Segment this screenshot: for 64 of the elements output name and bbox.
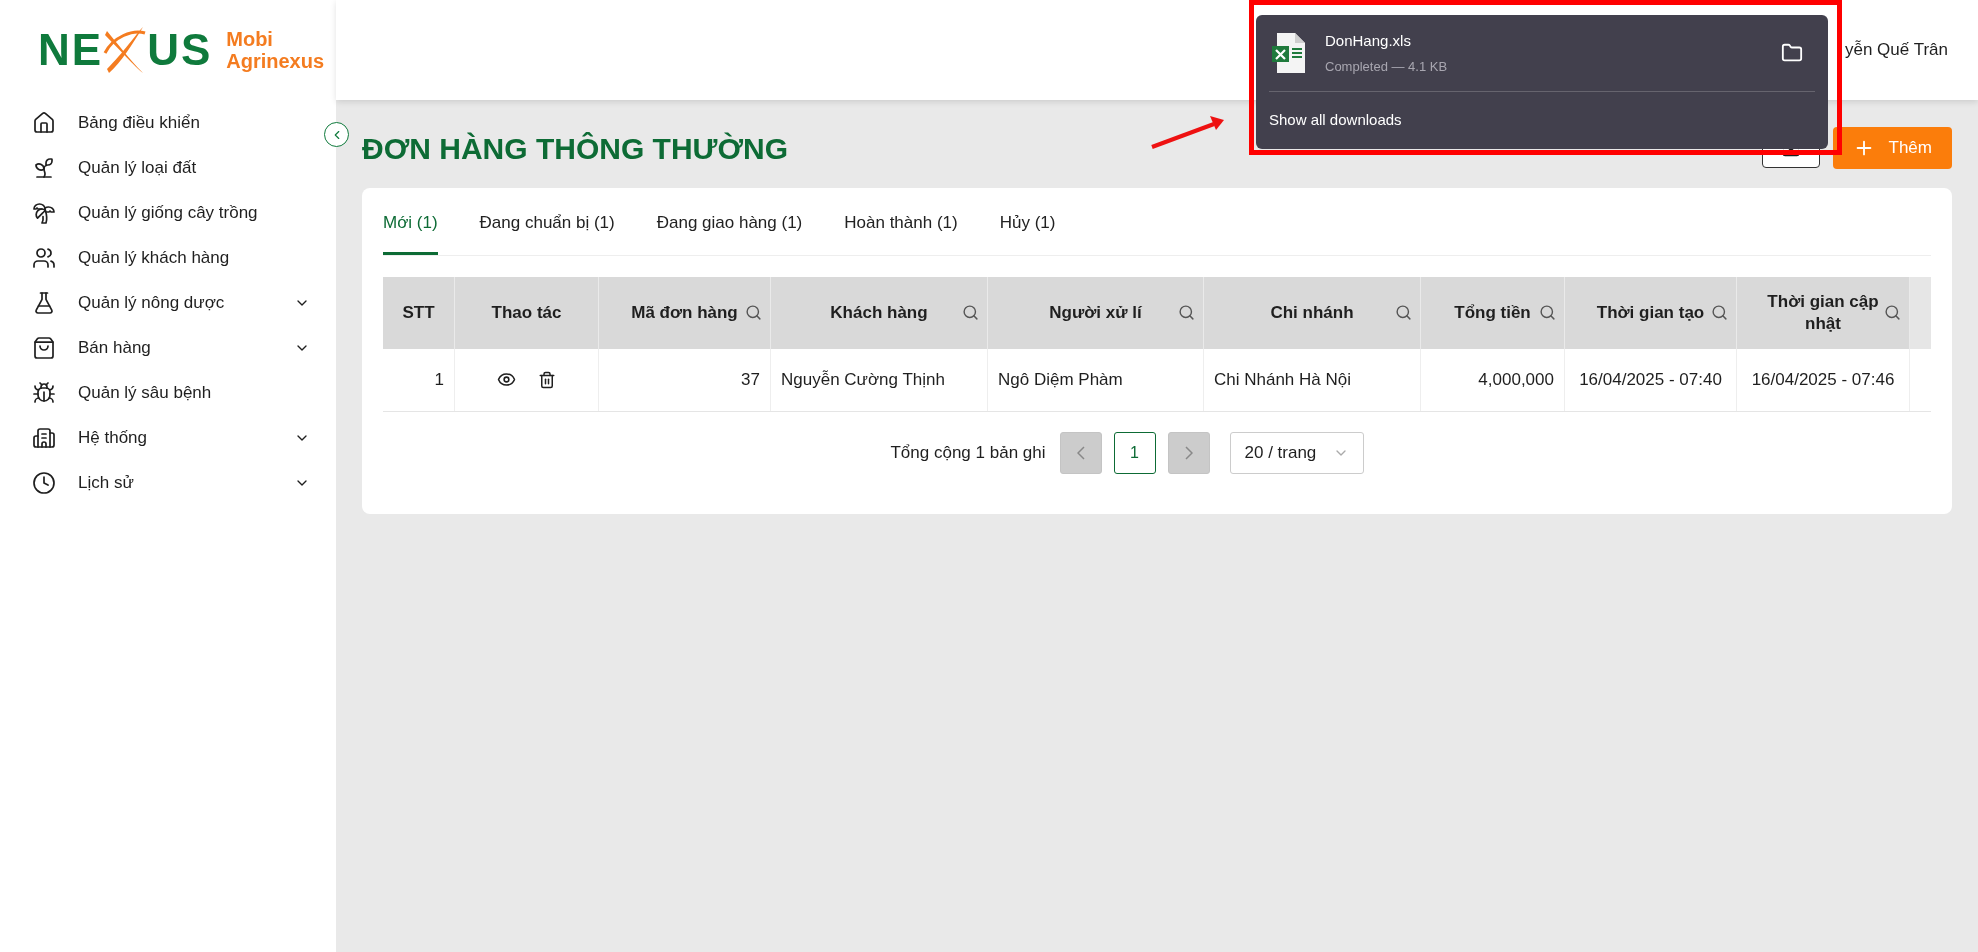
- search-icon[interactable]: [962, 304, 979, 321]
- view-icon[interactable]: [497, 370, 516, 389]
- sidebar-item[interactable]: Lịch sử: [0, 460, 318, 505]
- sidebar-item[interactable]: Hệ thống: [0, 415, 318, 460]
- sidebar-item[interactable]: Quản lý giống cây trồng: [0, 190, 318, 235]
- sidebar-item[interactable]: Quản lý nông dược: [0, 280, 318, 325]
- page-title: ĐƠN HÀNG THÔNG THƯỜNG: [362, 130, 789, 167]
- table-cell: Ngô Diệm Phàm: [988, 348, 1204, 411]
- chevron-left-icon: [1076, 445, 1085, 460]
- total-records: Tổng cộng 1 bản ghi: [890, 441, 1046, 464]
- spreadsheet-file-icon: [1271, 32, 1307, 74]
- page-size-select[interactable]: 20 / trang: [1229, 431, 1364, 474]
- column-header: Khách hàng: [771, 276, 988, 349]
- search-icon[interactable]: [1711, 304, 1728, 321]
- download-status: Completed — 4.1 KB: [1325, 57, 1449, 76]
- building-icon: [32, 425, 56, 450]
- sidebar-item[interactable]: Bảng điều khiển: [0, 100, 318, 145]
- bug-icon: [32, 380, 56, 405]
- status-tab[interactable]: Đang chuẩn bị (1): [479, 210, 615, 255]
- sprout-icon: [32, 155, 56, 180]
- search-icon[interactable]: [1884, 304, 1901, 321]
- column-header: Người xử lí: [988, 276, 1204, 349]
- house-icon: [32, 110, 56, 135]
- table-cell: 4,000,000: [1421, 348, 1565, 411]
- column-header: Thao tác: [455, 276, 599, 349]
- clock-icon: [32, 470, 56, 495]
- column-header: Mã đơn hàng: [599, 276, 771, 349]
- palm-tree-icon: [32, 200, 56, 225]
- sidebar-item[interactable]: Bán hàng: [0, 325, 318, 370]
- sidebar-item[interactable]: Quản lý khách hàng: [0, 235, 318, 280]
- status-tab[interactable]: Đang giao hàng (1): [656, 210, 803, 255]
- table-cell: 37: [599, 348, 771, 411]
- folder-icon[interactable]: [1781, 42, 1803, 64]
- table-cell: Chi Nhánh Hà Nội: [1204, 348, 1421, 411]
- brand-name: Agrinexus: [226, 50, 325, 72]
- table-cell: Nguyễn Cường Thịnh: [771, 348, 988, 411]
- flask-icon: [32, 290, 56, 315]
- shopping-bag-icon: [32, 335, 56, 360]
- page-button[interactable]: 1: [1113, 431, 1156, 474]
- status-tab[interactable]: Hủy (1): [999, 210, 1056, 255]
- file-name: DonHang.xls: [1325, 31, 1412, 51]
- column-header: Chi nhánh: [1204, 276, 1421, 349]
- logo-text: US: [147, 28, 213, 72]
- table-cell: 16/04/2025 - 07:46: [1737, 348, 1910, 411]
- sidebar-item[interactable]: Quản lý sâu bệnh: [0, 370, 318, 415]
- column-header: Tổng tiền: [1421, 276, 1565, 349]
- status-tab[interactable]: Mới (1): [383, 210, 438, 255]
- search-icon[interactable]: [745, 304, 762, 321]
- logo-text: NE: [38, 28, 104, 72]
- search-icon[interactable]: [1178, 304, 1195, 321]
- status-tab[interactable]: Hoàn thành (1): [844, 210, 958, 255]
- table-cell: 1: [383, 348, 455, 411]
- user-name: yễn Quế Trân: [1845, 39, 1948, 62]
- search-icon[interactable]: [1539, 304, 1556, 321]
- chevron-right-icon: [1184, 445, 1193, 460]
- brand-name: Mobi: [226, 28, 274, 50]
- users-icon: [32, 245, 56, 270]
- search-icon[interactable]: [1395, 304, 1412, 321]
- delete-icon[interactable]: [538, 370, 556, 389]
- column-header: Thời gian tạo: [1565, 276, 1737, 349]
- show-all-downloads-link[interactable]: Show all downloads: [1269, 109, 1402, 132]
- column-header: STT: [383, 276, 455, 349]
- table-cell: 16/04/2025 - 07:40: [1565, 348, 1737, 411]
- sidebar-item[interactable]: Quản lý loại đất: [0, 145, 318, 190]
